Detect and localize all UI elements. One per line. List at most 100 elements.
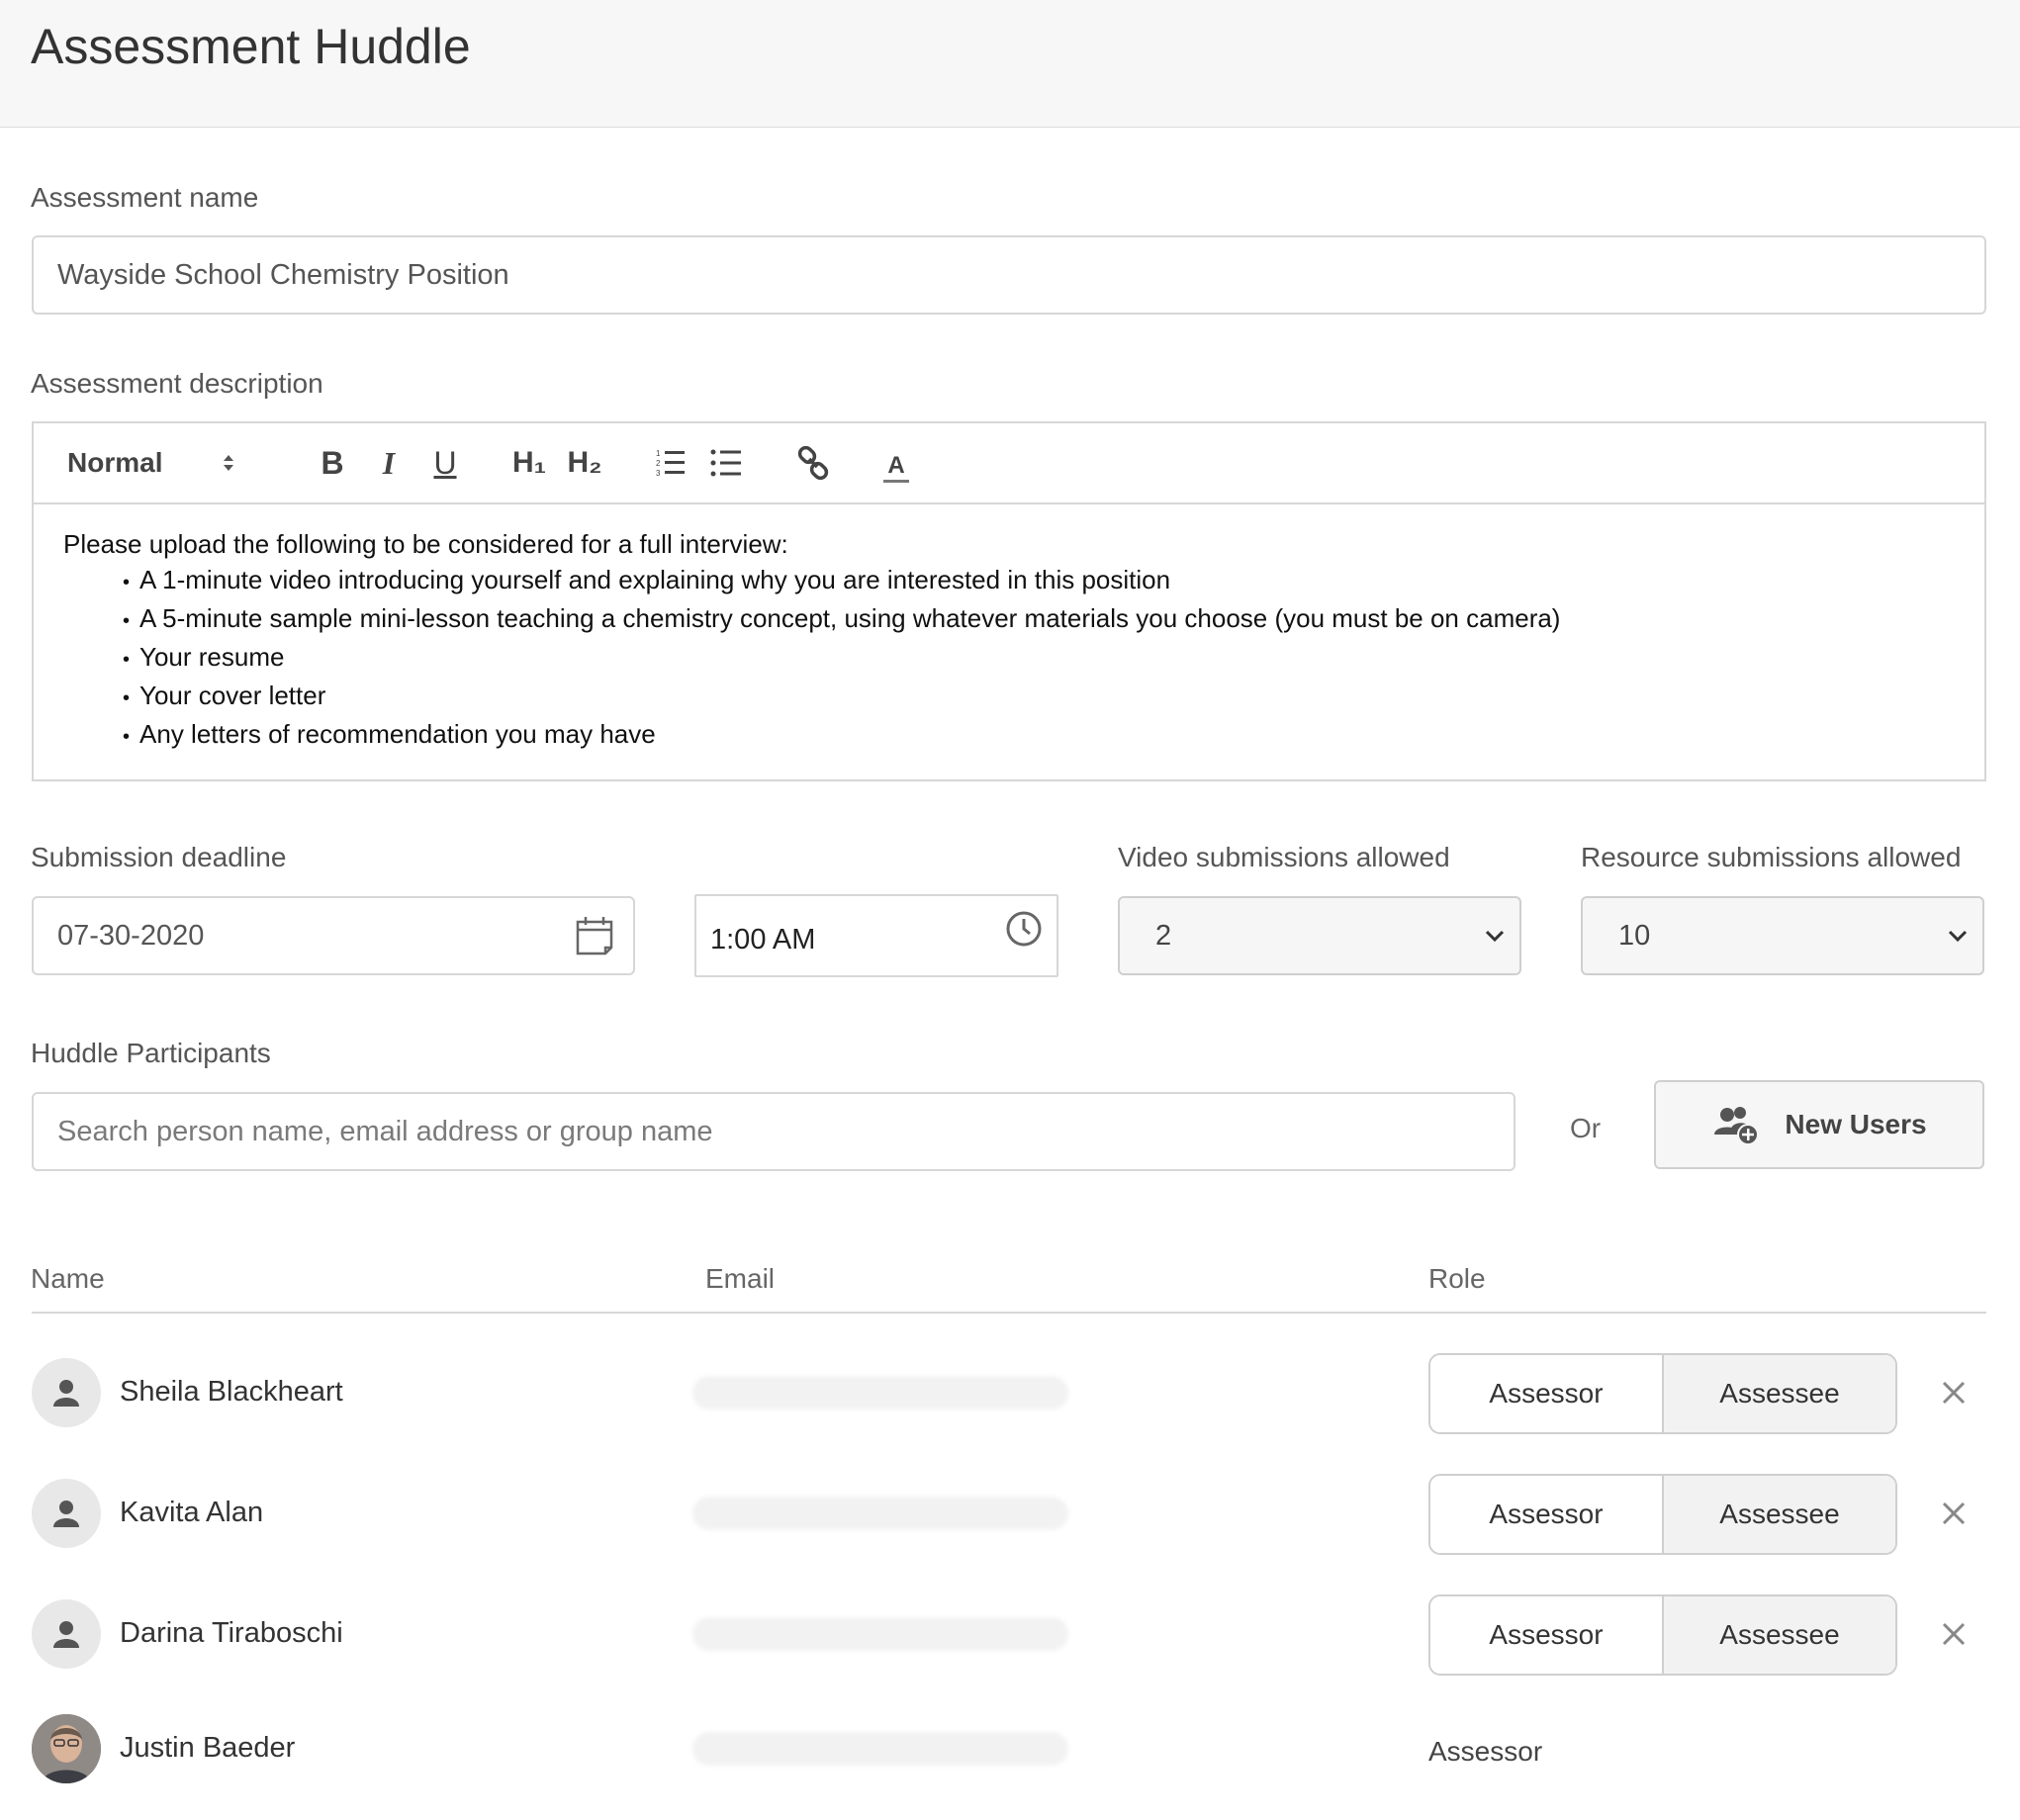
table-row: Kavita Alan Assessor Assessee [0,1474,2020,1558]
list-item: Your cover letter [123,678,1955,716]
h1-button[interactable]: H₁ [506,441,552,485]
clock-icon[interactable] [1005,910,1043,948]
participant-email-redacted [692,1376,1068,1410]
avatar [32,1358,101,1427]
table-row: Justin Baeder Assessor [0,1714,2020,1793]
participant-name: Sheila Blackheart [120,1376,343,1408]
underline-button[interactable]: U [423,441,467,485]
huddle-participants-label: Huddle Participants [31,1038,271,1068]
role-assessee-option[interactable]: Assessee [1664,1476,1895,1553]
chevron-down-icon [1948,930,1968,943]
format-select[interactable]: Normal [67,441,235,485]
calendar-icon[interactable] [572,912,617,957]
role-assessee-option[interactable]: Assessee [1664,1596,1895,1674]
close-icon[interactable] [1939,1378,1969,1408]
ordered-list-button[interactable]: 123 [651,441,690,485]
participant-search-input[interactable]: Search person name, email address or gro… [32,1092,1515,1171]
text-color-icon: A [887,451,905,479]
participant-email-redacted [692,1732,1068,1766]
page-title: Assessment Huddle [31,19,471,74]
bullet-list-icon [710,449,741,477]
deadline-date-input[interactable]: 07-30-2020 [32,896,635,975]
table-row: Darina Tiraboschi Assessor Assessee [0,1594,2020,1679]
avatar-photo [32,1714,101,1783]
role-toggle: Assessor Assessee [1428,1474,1897,1555]
h2-button[interactable]: H₂ [562,441,607,485]
participant-role: Assessor [1428,1736,1543,1767]
participant-email-redacted [692,1617,1068,1651]
column-header-email: Email [705,1263,776,1294]
description-content[interactable]: Please upload the following to be consid… [63,526,1955,755]
bold-button[interactable]: B [311,441,354,485]
bold-icon: B [321,444,344,481]
role-assessor-option[interactable]: Assessor [1430,1476,1664,1553]
ordered-list-icon: 123 [656,449,685,478]
participant-email-redacted [692,1497,1068,1530]
updown-icon [224,455,233,471]
video-submissions-label: Video submissions allowed [1118,842,1450,872]
role-assessee-option[interactable]: Assessee [1664,1355,1895,1432]
assessment-name-label: Assessment name [31,182,259,213]
close-icon[interactable] [1939,1619,1969,1649]
color-swatch [883,479,909,483]
list-item: Any letters of recommendation you may ha… [123,716,1955,755]
role-assessor-option[interactable]: Assessor [1430,1596,1664,1674]
description-editor[interactable]: Normal B I U H₁ H₂ 123 A Please upload t… [32,421,1986,781]
video-submissions-select[interactable]: 2 [1118,896,1521,975]
assessment-description-label: Assessment description [31,368,323,399]
deadline-time-input[interactable]: 1:00 AM [694,894,1058,977]
participant-name: Kavita Alan [120,1497,264,1528]
column-header-role: Role [1428,1263,1486,1294]
submission-deadline-label: Submission deadline [31,842,287,872]
or-separator: Or [1570,1113,1602,1143]
person-photo-icon [32,1714,101,1783]
role-toggle: Assessor Assessee [1428,1594,1897,1676]
italic-button[interactable]: I [367,441,411,485]
svg-text:1: 1 [656,449,661,458]
add-users-icon [1714,1107,1760,1145]
video-submissions-value: 2 [1155,919,1172,952]
deadline-time-value: 1:00 AM [710,923,816,956]
list-item: A 1-minute video introducing yourself an… [123,562,1955,600]
bullet-list-button[interactable] [706,441,746,485]
avatar [32,1599,101,1669]
participant-search-placeholder: Search person name, email address or gro… [57,1115,713,1147]
resource-submissions-label: Resource submissions allowed [1581,842,1962,872]
person-icon [53,1380,79,1407]
participant-name: Darina Tiraboschi [120,1617,343,1649]
list-item: Your resume [123,639,1955,678]
deadline-date-value: 07-30-2020 [57,919,205,952]
new-users-button[interactable]: New Users [1654,1080,1984,1169]
new-users-label: New Users [1785,1109,1927,1139]
link-button[interactable] [793,441,833,485]
avatar [32,1479,101,1548]
italic-icon: I [382,444,396,481]
list-item: A 5-minute sample mini-lesson teaching a… [123,600,1955,639]
h2-icon: H₂ [567,446,602,479]
role-assessor-option[interactable]: Assessor [1430,1355,1664,1432]
resource-submissions-value: 10 [1618,919,1651,952]
description-intro: Please upload the following to be consid… [63,529,788,559]
participant-name: Justin Baeder [120,1732,296,1764]
person-icon [53,1501,79,1527]
column-header-name: Name [31,1263,105,1294]
chevron-down-icon [1485,930,1505,943]
role-toggle: Assessor Assessee [1428,1353,1897,1434]
person-icon [53,1621,79,1648]
text-color-button[interactable]: A [876,441,916,485]
description-list: A 1-minute video introducing yourself an… [63,562,1955,755]
svg-text:3: 3 [656,469,661,478]
table-row: Sheila Blackheart Assessor Assessee [0,1353,2020,1437]
underline-icon: U [433,444,457,481]
h1-icon: H₁ [511,446,547,479]
assessment-name-input[interactable]: Wayside School Chemistry Position [32,235,1986,315]
assessment-name-value: Wayside School Chemistry Position [57,258,509,291]
svg-text:2: 2 [656,459,661,468]
link-icon [797,446,829,480]
resource-submissions-select[interactable]: 10 [1581,896,1984,975]
close-icon[interactable] [1939,1499,1969,1528]
editor-toolbar: Normal B I U H₁ H₂ 123 A [34,423,1984,504]
format-select-label: Normal [67,447,163,478]
page-header: Assessment Huddle [0,0,2020,128]
table-header-divider [32,1312,1986,1314]
